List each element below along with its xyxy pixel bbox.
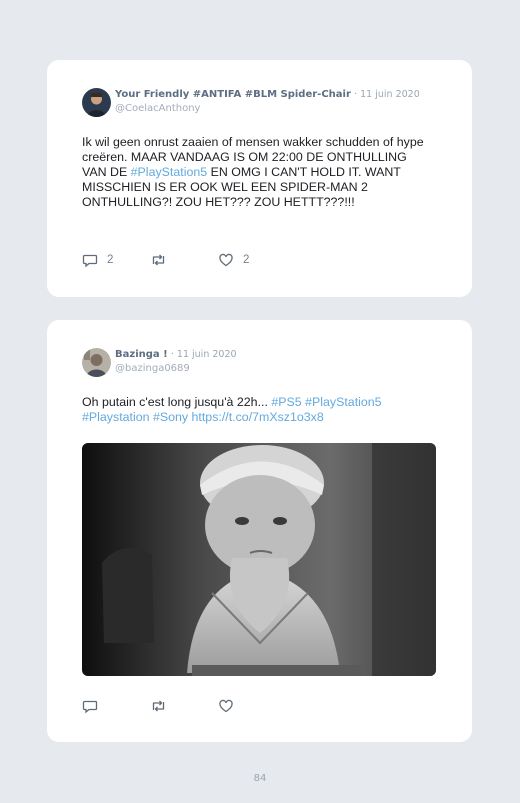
like-button[interactable]: 2	[218, 251, 249, 269]
avatar[interactable]	[82, 88, 111, 117]
like-button[interactable]	[218, 697, 243, 715]
reply-icon	[82, 698, 98, 714]
author-handle[interactable]: @CoelacAnthony	[115, 103, 200, 114]
tweet-card[interactable]: Bazinga ! · 11 juin 2020 @bazinga0689 Oh…	[47, 320, 472, 742]
author-handle[interactable]: @bazinga0689	[115, 363, 190, 374]
page-number: 84	[253, 773, 267, 784]
tweet-text-part: Oh putain c'est long jusqu'à 22h...	[82, 395, 272, 409]
reply-button[interactable]: 2	[82, 251, 113, 269]
avatar[interactable]	[82, 348, 111, 377]
like-icon	[218, 698, 234, 714]
retweet-button[interactable]	[150, 697, 167, 715]
reply-icon	[82, 252, 98, 268]
tweet-text: Oh putain c'est long jusqu'à 22h... #PS5…	[82, 395, 434, 425]
retweet-icon	[150, 252, 167, 268]
author-name[interactable]: Bazinga !	[115, 349, 168, 360]
tweet-media-gif[interactable]	[82, 443, 436, 676]
tweet-card[interactable]: Your Friendly #ANTIFA #BLM Spider-Chair …	[47, 60, 472, 297]
author-name[interactable]: Your Friendly #ANTIFA #BLM Spider-Chair	[115, 89, 351, 100]
tweet-url-link[interactable]: https://t.co/7mXsz1o3x8	[192, 410, 324, 424]
tweet-text: Ik wil geen onrust zaaien of mensen wakk…	[82, 135, 434, 210]
like-count: 2	[243, 254, 250, 266]
like-icon	[218, 252, 234, 268]
reply-button[interactable]	[82, 697, 107, 715]
retweet-button[interactable]	[150, 251, 167, 269]
hashtag-link[interactable]: #PlayStation5	[131, 165, 207, 179]
retweet-icon	[150, 698, 167, 714]
tweet-date[interactable]: · 11 juin 2020	[354, 89, 420, 100]
tweet-date[interactable]: · 11 juin 2020	[171, 349, 237, 360]
reply-count: 2	[107, 254, 114, 266]
